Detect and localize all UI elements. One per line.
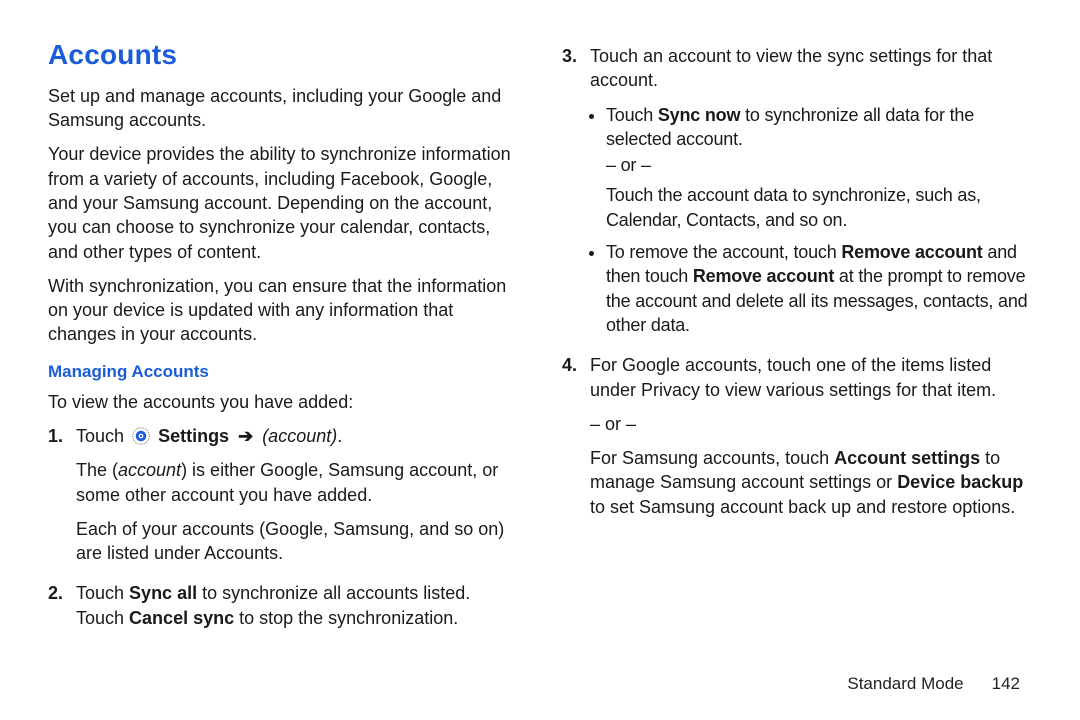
text-fragment: Touch: [76, 583, 129, 603]
or-divider: – or –: [606, 153, 1032, 177]
step-number: 4.: [562, 353, 577, 377]
right-column: 3. Touch an account to view the sync set…: [562, 36, 1032, 646]
step-1-period: .: [337, 426, 342, 446]
intro-paragraph-2: Your device provides the ability to sync…: [48, 142, 518, 263]
or-divider: – or –: [590, 412, 1032, 436]
intro-paragraph-3: With synchronization, you can ensure tha…: [48, 274, 518, 347]
step-number: 3.: [562, 44, 577, 68]
step-3-line-1: Touch an account to view the sync settin…: [590, 44, 1032, 93]
text-fragment: to set Samsung account back up and resto…: [590, 497, 1015, 517]
step-number: 2.: [48, 581, 63, 605]
footer-mode: Standard Mode: [847, 673, 963, 696]
subheading-managing-accounts: Managing Accounts: [48, 361, 518, 384]
sync-all-label: Sync all: [129, 583, 197, 603]
step-3-bullet-2: To remove the account, touch Remove acco…: [606, 240, 1032, 337]
step-3: 3. Touch an account to view the sync set…: [590, 44, 1032, 337]
device-backup-label: Device backup: [897, 472, 1023, 492]
intro-paragraph-1: Set up and manage accounts, including yo…: [48, 84, 518, 133]
text-fragment: to stop the synchronization.: [234, 608, 458, 628]
step-3-bullet-1b: Touch the account data to synchronize, s…: [606, 183, 1032, 232]
settings-gear-icon: [132, 427, 150, 445]
step-1-account-word: (account): [262, 426, 337, 446]
text-fragment-italic: account: [118, 460, 181, 480]
remove-account-prompt-label: Remove account: [693, 266, 834, 286]
section-heading: Accounts: [48, 36, 518, 74]
step-4-line-2: For Samsung accounts, touch Account sett…: [590, 446, 1032, 519]
step-1-line-1: Touch Settings ➔ (account).: [76, 424, 518, 448]
step-3-bullet-1: Touch Sync now to synchronize all data f…: [606, 103, 1032, 232]
footer-page-number: 142: [992, 673, 1020, 696]
step-1-line-3: Each of your accounts (Google, Samsung, …: [76, 517, 518, 566]
account-settings-label: Account settings: [834, 448, 980, 468]
arrow-icon: ➔: [234, 426, 257, 446]
step-1: 1. Touch Settings ➔: [76, 424, 518, 565]
step-4: 4. For Google accounts, touch one of the…: [590, 353, 1032, 519]
step-1-touch-word: Touch: [76, 426, 129, 446]
step-number: 1.: [48, 424, 63, 448]
text-fragment: Touch: [606, 105, 658, 125]
text-fragment: To remove the account, touch: [606, 242, 841, 262]
step-2: 2. Touch Sync all to synchronize all acc…: [76, 581, 518, 630]
text-fragment: For Samsung accounts, touch: [590, 448, 834, 468]
step-4-line-1: For Google accounts, touch one of the it…: [590, 353, 1032, 402]
step-1-settings-label: Settings: [158, 426, 234, 446]
step-2-line: Touch Sync all to synchronize all accoun…: [76, 581, 518, 630]
subheading-intro: To view the accounts you have added:: [48, 390, 518, 414]
step-1-line-2: The (account) is either Google, Samsung …: [76, 458, 518, 507]
text-fragment: The (: [76, 460, 118, 480]
sync-now-label: Sync now: [658, 105, 740, 125]
cancel-sync-label: Cancel sync: [129, 608, 234, 628]
left-column: Accounts Set up and manage accounts, inc…: [48, 36, 518, 646]
page-footer: Standard Mode 142: [847, 673, 1020, 696]
remove-account-label: Remove account: [841, 242, 982, 262]
